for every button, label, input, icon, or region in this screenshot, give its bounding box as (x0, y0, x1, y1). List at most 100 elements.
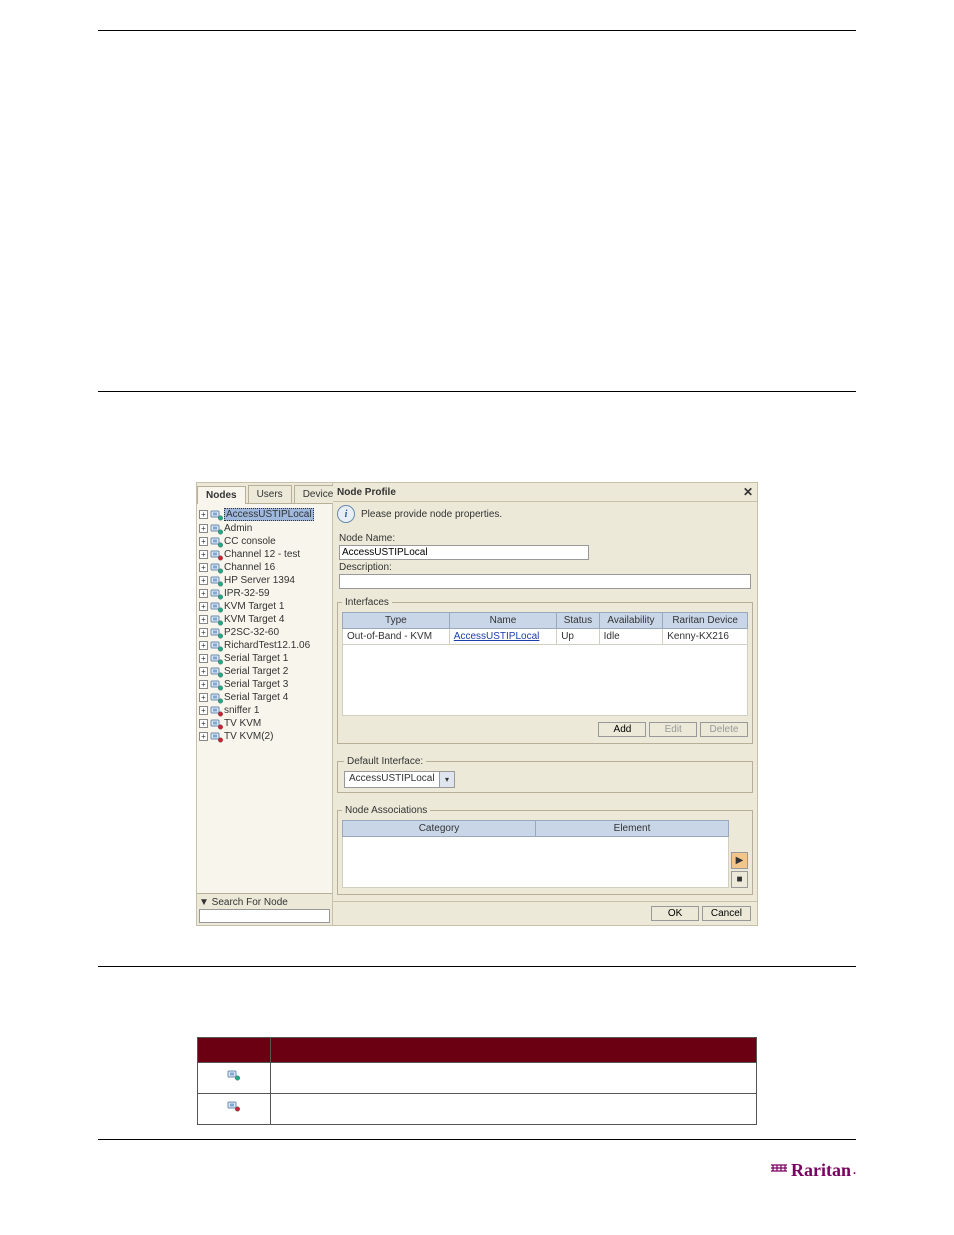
expand-icon[interactable]: + (199, 628, 208, 637)
cancel-button[interactable]: Cancel (702, 906, 751, 921)
node-icon (210, 589, 222, 599)
assoc-table: Category Element (342, 820, 729, 837)
panel-titlebar: Node Profile ✕ (333, 483, 757, 502)
expand-icon[interactable]: + (199, 576, 208, 585)
info-icon: i (337, 505, 355, 523)
expand-icon[interactable]: + (199, 615, 208, 624)
col-type[interactable]: Type (343, 613, 450, 629)
assoc-legend: Node Associations (342, 805, 430, 816)
expand-icon[interactable]: + (199, 680, 208, 689)
tree-item-label: TV KVM(2) (224, 731, 273, 742)
search-input[interactable] (199, 909, 330, 923)
tree-item[interactable]: + TV KVM(2) (199, 730, 330, 743)
expand-icon[interactable]: + (199, 641, 208, 650)
col-element[interactable]: Element (536, 821, 729, 837)
interfaces-legend: Interfaces (342, 597, 392, 608)
remove-assoc-icon[interactable]: ■ (731, 871, 748, 888)
expand-icon[interactable]: + (199, 602, 208, 611)
expand-icon[interactable]: + (199, 524, 208, 533)
cell-name: AccessUSTIPLocal (449, 629, 556, 645)
node-icon (210, 602, 222, 612)
tree-item[interactable]: + Channel 12 - test (199, 548, 330, 561)
panel-footer: OK Cancel (333, 901, 757, 925)
expand-icon[interactable]: + (199, 719, 208, 728)
tab-nodes[interactable]: Nodes (197, 486, 246, 504)
description-label: Description: (339, 562, 751, 573)
expand-icon[interactable]: + (199, 563, 208, 572)
chevron-down-icon[interactable]: ▾ (439, 772, 454, 787)
expand-icon[interactable]: + (199, 667, 208, 676)
tree-item[interactable]: + IPR-32-59 (199, 587, 330, 600)
expand-icon[interactable]: + (199, 693, 208, 702)
nodes-tree: +AccessUSTIPLocal+Admin+CC console+Chann… (197, 504, 332, 893)
page-footer: Raritan. (98, 1154, 856, 1181)
expand-icon[interactable]: + (199, 510, 208, 519)
panel-title: Node Profile (337, 487, 396, 498)
tree-item[interactable]: +KVM Target 1 (199, 600, 330, 613)
expand-icon[interactable]: + (199, 706, 208, 715)
assoc-empty-area (342, 837, 729, 888)
node-icon (210, 563, 222, 573)
col-name[interactable]: Name (449, 613, 556, 629)
node-icon (210, 654, 222, 664)
expand-icon[interactable]: + (199, 550, 208, 559)
table-row (198, 1094, 757, 1125)
info-row: i Please provide node properties. (333, 502, 757, 529)
tree-item[interactable]: +P2SC-32-60 (199, 626, 330, 639)
interfaces-group: Interfaces Type Name Status Availability… (337, 597, 753, 744)
tree-item-label: TV KVM (224, 718, 261, 729)
close-icon[interactable]: ✕ (743, 485, 753, 499)
node-name-input[interactable] (339, 545, 589, 560)
tree-item-label: IPR-32-59 (224, 588, 270, 599)
tree-item-label: Admin (224, 523, 252, 534)
tree-item[interactable]: + KVM Target 4 (199, 613, 330, 626)
col-device[interactable]: Raritan Device (663, 613, 748, 629)
expand-icon[interactable]: + (199, 537, 208, 546)
tree-item[interactable]: +Channel 16 (199, 561, 330, 574)
node-icon (210, 693, 222, 703)
tree-item[interactable]: +RichardTest12.1.06 (199, 639, 330, 652)
search-section: ▼ Search For Node (197, 893, 332, 925)
default-if-legend: Default Interface: (344, 756, 426, 767)
tree-item[interactable]: + TV KVM (199, 717, 330, 730)
delete-button[interactable]: Delete (700, 722, 748, 737)
cell-device: Kenny-KX216 (663, 629, 748, 645)
tree-item-label: HP Server 1394 (224, 575, 295, 586)
col-category[interactable]: Category (343, 821, 536, 837)
tree-item[interactable]: +Serial Target 3 (199, 678, 330, 691)
expand-icon[interactable]: + (199, 589, 208, 598)
tree-item-label: KVM Target 4 (224, 614, 284, 625)
tree-item[interactable]: +sniffer 1 (199, 704, 330, 717)
interfaces-table: Type Name Status Availability Raritan De… (342, 612, 748, 645)
tree-item-label: CC console (224, 536, 276, 547)
tree-item[interactable]: +AccessUSTIPLocal (199, 507, 330, 522)
tree-item[interactable]: + Serial Target 2 (199, 665, 330, 678)
ok-button[interactable]: OK (651, 906, 699, 921)
raritan-logo: Raritan. (769, 1160, 856, 1181)
col-status[interactable]: Status (557, 613, 599, 629)
tree-item-label: Serial Target 2 (224, 666, 288, 677)
tree-item[interactable]: +Serial Target 1 (199, 652, 330, 665)
tree-item[interactable]: + Admin (199, 522, 330, 535)
tree-item-label: Channel 12 - test (224, 549, 300, 560)
node-icon (210, 537, 222, 547)
expand-icon[interactable]: + (199, 732, 208, 741)
col-availability[interactable]: Availability (599, 613, 663, 629)
add-assoc-icon[interactable]: ▶ (731, 852, 748, 869)
add-button[interactable]: Add (598, 722, 646, 737)
table-row[interactable]: Out-of-Band - KVM AccessUSTIPLocal Up Id… (343, 629, 748, 645)
default-if-select[interactable]: AccessUSTIPLocal ▾ (344, 771, 455, 788)
node-down-icon (224, 1101, 244, 1117)
tree-item[interactable]: +Serial Target 4 (199, 691, 330, 704)
interface-link[interactable]: AccessUSTIPLocal (454, 631, 540, 642)
edit-button[interactable]: Edit (649, 722, 697, 737)
search-label[interactable]: ▼ Search For Node (199, 896, 330, 909)
cell-availability: Idle (599, 629, 663, 645)
description-input[interactable] (339, 574, 751, 589)
tree-item[interactable]: + HP Server 1394 (199, 574, 330, 587)
cell-type: Out-of-Band - KVM (343, 629, 450, 645)
tree-item[interactable]: + CC console (199, 535, 330, 548)
node-icon (210, 719, 222, 729)
tab-users[interactable]: Users (248, 485, 292, 503)
expand-icon[interactable]: + (199, 654, 208, 663)
